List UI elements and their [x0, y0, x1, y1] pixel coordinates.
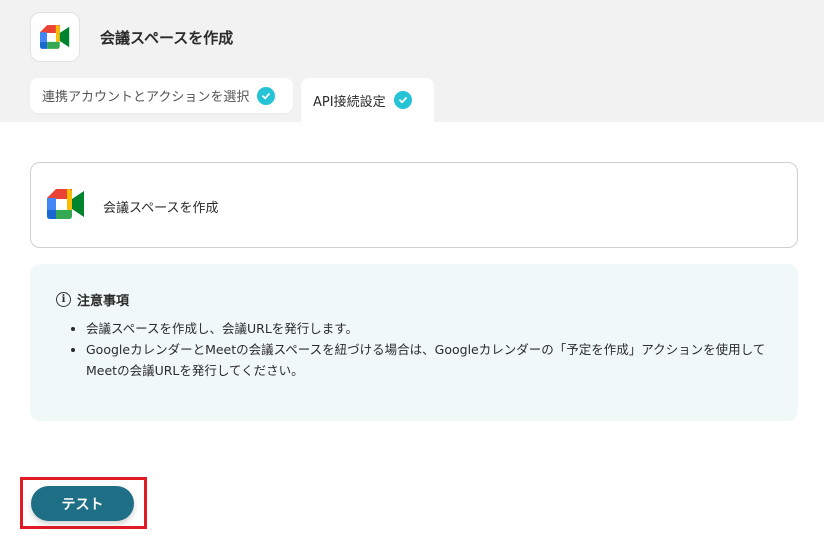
notice-box: i 注意事項 会議スペースを作成し、会議URLを発行します。 Googleカレン… — [30, 264, 798, 421]
page-header: 会議スペースを作成 連携アカウントとアクションを選択 API接続設定 — [0, 0, 824, 122]
list-item: 会議スペースを作成し、会議URLを発行します。 — [86, 318, 782, 339]
tab-api-settings[interactable]: API接続設定 — [301, 78, 434, 122]
page-title: 会議スペースを作成 — [100, 29, 234, 47]
google-meet-icon — [47, 188, 85, 224]
check-icon — [257, 86, 276, 105]
test-button[interactable]: テスト — [31, 486, 134, 521]
tab-label: 連携アカウントとアクションを選択 — [42, 90, 250, 105]
notice-title-text: 注意事項 — [77, 294, 130, 309]
check-icon — [393, 91, 412, 109]
tab-account-action[interactable]: 連携アカウントとアクションを選択 — [30, 78, 293, 113]
google-meet-icon — [30, 12, 80, 62]
notice-list: 会議スペースを作成し、会議URLを発行します。 GoogleカレンダーとMeet… — [70, 318, 782, 381]
tab-label: API接続設定 — [313, 94, 386, 110]
action-card: 会議スペースを作成 — [30, 162, 798, 248]
notice-title: i 注意事項 — [56, 290, 129, 309]
action-card-label: 会議スペースを作成 — [103, 201, 219, 216]
info-icon: i — [56, 292, 71, 307]
list-item: GoogleカレンダーとMeetの会議スペースを紐づける場合は、Googleカレ… — [86, 339, 782, 381]
